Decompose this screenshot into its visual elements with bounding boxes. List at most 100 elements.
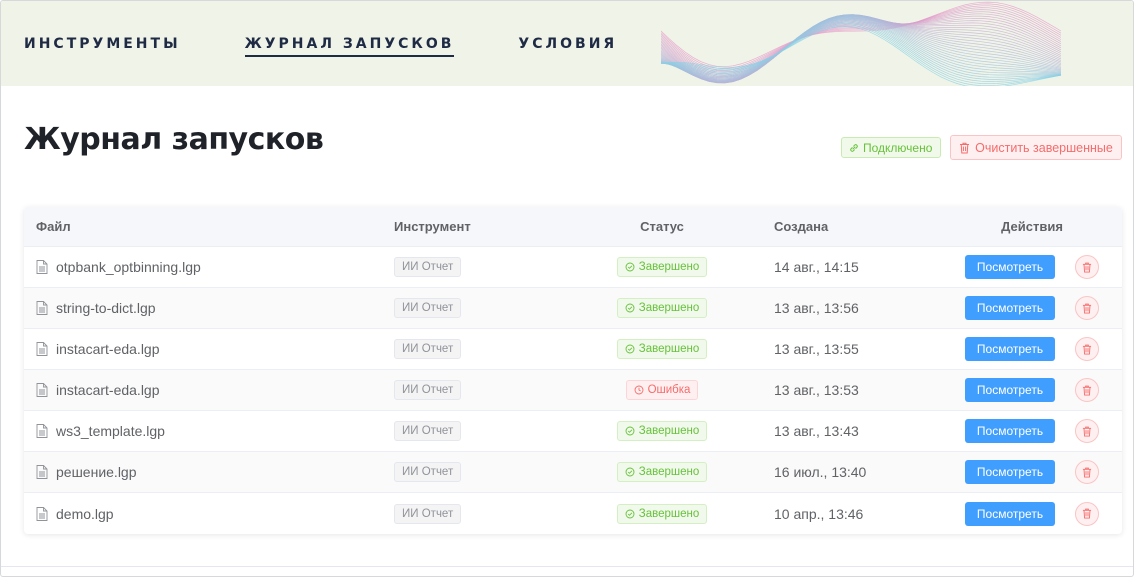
actions-cell: Посмотреть [942,501,1122,526]
file-cell: instacart-eda.lgp [24,382,382,398]
delete-button[interactable] [1075,419,1099,443]
status-cell: Завершено [562,339,762,359]
tool-tag: ИИ Отчет [394,421,462,441]
created-cell: 13 авг., 13:53 [774,382,859,398]
status-badge: Ошибка [625,380,699,400]
actions-cell: Посмотреть [942,337,1122,361]
trash-icon [1082,467,1092,477]
status-text: Завершено [638,261,700,273]
actions-cell: Посмотреть [942,419,1122,443]
trash-icon [1082,262,1092,272]
nav-item-terms[interactable]: УСЛОВИЯ [518,36,617,57]
tool-tag: ИИ Отчет [394,462,462,482]
file-name: string-to-dict.lgp [56,300,156,316]
status-badge: Завершено [616,339,708,359]
trash-icon [1082,426,1092,436]
tool-tag: ИИ Отчет [394,380,462,400]
view-button[interactable]: Посмотреть [965,419,1055,443]
tool-cell: ИИ Отчет [382,462,562,482]
check-circle-icon [625,262,635,272]
clear-completed-label: Очистить завершенные [975,140,1113,155]
view-button[interactable]: Посмотреть [965,255,1055,279]
footer-divider [1,566,1133,567]
file-cell: instacart-eda.lgp [24,341,382,357]
column-header-status: Статус [640,219,684,234]
created-cell: 16 июл., 13:40 [774,464,867,480]
tool-cell: ИИ Отчет [382,257,562,277]
status-badge: Завершено [616,298,708,318]
table-row: instacart-eda.lgp ИИ Отчет Завершено 13 … [24,329,1122,370]
document-icon [36,506,48,521]
column-header-actions: Действия [1001,219,1063,234]
status-cell: Завершено [562,462,762,482]
actions-cell: Посмотреть [942,255,1122,279]
delete-button[interactable] [1075,296,1099,320]
nav-item-run-log[interactable]: ЖУРНАЛ ЗАПУСКОВ [244,36,455,57]
check-circle-icon [625,303,635,313]
tool-cell: ИИ Отчет [382,421,562,441]
document-icon [36,260,48,274]
tool-tag: ИИ Отчет [394,298,462,318]
table-header: Файл Инструмент Статус Создана Действия [24,207,1122,247]
file-name: instacart-eda.lgp [56,341,160,357]
document-icon [36,465,48,479]
table-body: otpbank_optbinning.lgp ИИ Отчет Завершен… [24,247,1122,534]
clear-completed-button[interactable]: Очистить завершенные [950,135,1122,160]
table-row: demo.lgp ИИ Отчет Завершено 10 апр., 13:… [24,493,1122,534]
check-circle-icon [625,426,635,436]
table-row: otpbank_optbinning.lgp ИИ Отчет Завершен… [24,247,1122,288]
created-cell: 13 авг., 13:43 [774,423,859,439]
view-button[interactable]: Посмотреть [965,378,1055,402]
file-name: instacart-eda.lgp [56,382,160,398]
check-circle-icon [625,467,635,477]
nav-item-tools[interactable]: ИНСТРУМЕНТЫ [24,36,181,57]
actions-cell: Посмотреть [942,296,1122,320]
document-icon [36,342,48,356]
file-name: решение.lgp [56,464,137,480]
status-cell: Завершено [562,298,762,318]
table-row: instacart-eda.lgp ИИ Отчет Ошибка 13 авг… [24,370,1122,411]
status-cell: Ошибка [562,380,762,400]
table-row: ws3_template.lgp ИИ Отчет Завершено 13 а… [24,411,1122,452]
view-button[interactable]: Посмотреть [965,337,1055,361]
table-row: решение.lgp ИИ Отчет Завершено 16 июл., … [24,452,1122,493]
trash-icon [1082,385,1092,395]
delete-button[interactable] [1075,501,1099,526]
created-cell: 10 апр., 13:46 [774,505,864,522]
connection-status-badge: Подключено [841,137,942,158]
view-button[interactable]: Посмотреть [965,460,1055,484]
file-name: demo.lgp [56,505,114,522]
tool-tag: ИИ Отчет [394,257,462,277]
connection-status-text: Подключено [863,140,933,155]
created-cell: 13 авг., 13:56 [774,300,859,316]
created-cell: 14 авг., 14:15 [774,259,859,275]
app-window: ИНСТРУМЕНТЫ ЖУРНАЛ ЗАПУСКОВ УСЛОВИЯ Журн… [0,0,1134,577]
status-text: Завершено [638,507,700,520]
trash-icon [1082,344,1092,354]
status-cell: Завершено [562,503,762,524]
delete-button[interactable] [1075,378,1099,402]
tool-tag: ИИ Отчет [394,339,462,359]
file-name: ws3_template.lgp [56,423,165,439]
top-navigation-bar: ИНСТРУМЕНТЫ ЖУРНАЛ ЗАПУСКОВ УСЛОВИЯ [1,1,1133,86]
actions-cell: Посмотреть [942,460,1122,484]
view-button[interactable]: Посмотреть [965,296,1055,320]
status-text: Завершено [638,343,700,355]
status-cell: Завершено [562,257,762,277]
delete-button[interactable] [1075,337,1099,361]
delete-button[interactable] [1075,255,1099,279]
check-circle-icon [625,344,635,354]
status-badge: Завершено [616,462,708,482]
main-nav: ИНСТРУМЕНТЫ ЖУРНАЛ ЗАПУСКОВ УСЛОВИЯ [24,36,681,57]
delete-button[interactable] [1075,460,1099,484]
tool-tag: ИИ Отчет [394,503,462,524]
file-name: otpbank_optbinning.lgp [56,259,201,275]
decorative-wave-graphic [661,1,1061,86]
table-row: string-to-dict.lgp ИИ Отчет Завершено 13… [24,288,1122,329]
status-text: Завершено [638,425,700,437]
created-cell: 13 авг., 13:55 [774,341,859,357]
file-cell: demo.lgp [24,506,382,522]
file-cell: решение.lgp [24,464,382,480]
view-button[interactable]: Посмотреть [965,501,1055,526]
trash-icon [960,142,970,153]
